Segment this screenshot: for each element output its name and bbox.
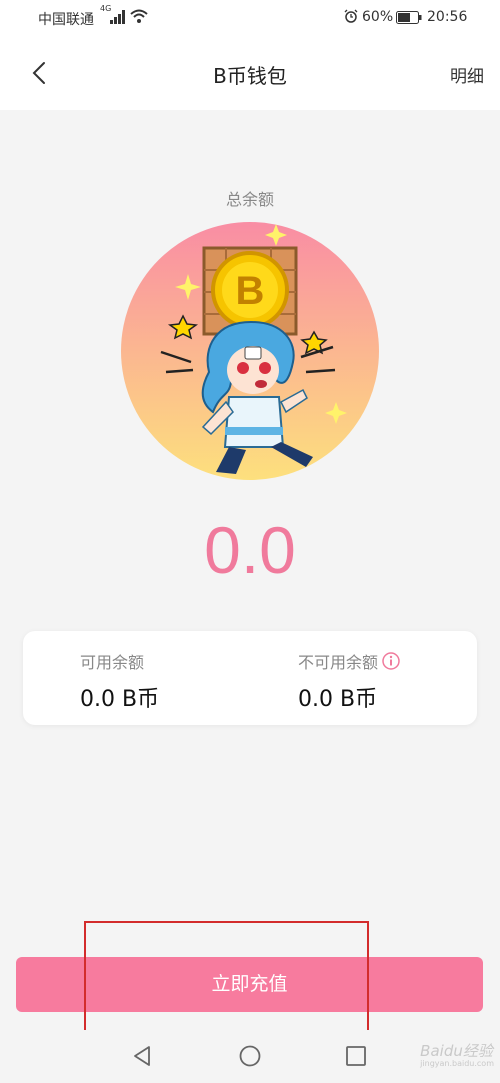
recharge-button[interactable]: 立即充值	[16, 957, 483, 1012]
watermark: Baidu经验 jingyan.baidu.com	[420, 1040, 494, 1068]
battery-icon	[396, 11, 422, 24]
nav-recent-icon[interactable]	[344, 1044, 368, 1068]
page-header: B币钱包 明细	[0, 36, 500, 110]
available-balance-label: 可用余额	[80, 653, 145, 672]
info-icon[interactable]	[382, 652, 400, 670]
signal-icon	[110, 10, 125, 24]
wifi-icon	[130, 9, 148, 23]
available-balance: 可用余额 0.0 B币	[80, 649, 159, 713]
detail-link[interactable]: 明细	[450, 62, 484, 87]
balance-card: 可用余额 0.0 B币 不可用余额 0.0 B币	[23, 631, 477, 725]
watermark-sub: jingyan.baidu.com	[420, 1059, 494, 1068]
status-time: 20:56	[427, 9, 468, 25]
coin-mascot-illustration: B	[121, 222, 379, 480]
carrier-name: 中国联通	[38, 12, 94, 28]
unavailable-balance: 不可用余额 0.0 B币	[298, 649, 400, 713]
total-balance-value: 0.0	[204, 513, 296, 587]
unavailable-balance-value: 0.0 B币	[298, 687, 378, 712]
alarm-icon	[344, 9, 358, 23]
svg-text:B: B	[236, 269, 265, 313]
nav-home-icon[interactable]	[238, 1044, 262, 1068]
page-title: B币钱包	[213, 64, 287, 88]
nav-back-icon[interactable]	[130, 1044, 154, 1068]
available-balance-value: 0.0 B币	[80, 687, 160, 712]
total-balance-label: 总余额	[225, 190, 274, 209]
unavailable-balance-label: 不可用余额	[298, 653, 379, 672]
watermark-text: Baidu经验	[420, 1042, 493, 1060]
status-bar: 中国联通 4G 60% 20:56	[0, 0, 500, 36]
battery-percent: 60%	[362, 9, 394, 25]
